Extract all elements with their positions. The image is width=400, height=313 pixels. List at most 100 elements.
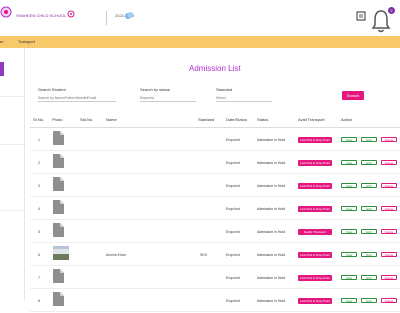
row-date-status: Enquired bbox=[226, 138, 241, 142]
sidebar-active-indicator[interactable] bbox=[0, 62, 4, 76]
edit-button[interactable]: Edit bbox=[361, 252, 377, 257]
row-status: Admission in Hold bbox=[257, 230, 286, 234]
row-status: Admission in Hold bbox=[257, 184, 286, 188]
student-photo bbox=[53, 246, 69, 260]
standard-filter-label: Standard bbox=[216, 87, 233, 92]
view-button[interactable]: View bbox=[341, 252, 357, 257]
nav-item-transport[interactable]: Transport bbox=[18, 39, 35, 44]
row-date-status: Enquired bbox=[226, 253, 241, 257]
link-transport-button[interactable]: Link Pick & Drop Point bbox=[298, 252, 332, 258]
row-status: Admission in Hold bbox=[257, 207, 286, 211]
row-standard: SKG bbox=[200, 253, 208, 257]
standard-filter-select[interactable]: Select bbox=[216, 96, 272, 102]
document-placeholder-icon bbox=[53, 292, 64, 306]
link-transport-button[interactable]: Link Pick & Drop Point bbox=[298, 206, 332, 212]
row-date-status: Enquired bbox=[226, 276, 241, 280]
delete-button[interactable]: Delete bbox=[381, 206, 397, 211]
edit-button[interactable]: Edit bbox=[361, 298, 377, 303]
row-srno: 5 bbox=[38, 230, 40, 234]
table-row: 5 Enquired Admission in Hold Modify Transpo… bbox=[0, 220, 400, 244]
delete-button[interactable]: Delete bbox=[381, 183, 397, 188]
view-button[interactable]: View bbox=[341, 183, 357, 188]
delete-button[interactable]: Delete bbox=[381, 275, 397, 280]
row-date-status: Enquired bbox=[226, 184, 241, 188]
row-status: Admission in Hold bbox=[257, 138, 286, 142]
col-header-srno: Sr.No. bbox=[33, 117, 45, 122]
row-date-status: Enquired bbox=[226, 207, 241, 211]
row-divider bbox=[30, 311, 400, 312]
notification-badge: 2 bbox=[388, 7, 395, 14]
view-button[interactable]: View bbox=[341, 137, 357, 142]
document-placeholder-icon bbox=[53, 154, 64, 168]
link-transport-button[interactable]: Link Pick & Drop Point bbox=[298, 275, 332, 281]
status-filter-select[interactable]: Enquired bbox=[140, 96, 196, 102]
document-icon[interactable] bbox=[356, 11, 366, 21]
table-row: 2 Enquired Admission in Hold Link Pick & Dr… bbox=[0, 151, 400, 175]
document-placeholder-icon bbox=[53, 200, 64, 214]
col-header-stdno: Std No. bbox=[80, 117, 94, 122]
search-button[interactable]: Search bbox=[342, 91, 364, 100]
row-srno: 2 bbox=[38, 161, 40, 165]
col-header-date-status: Date/Status bbox=[226, 117, 247, 122]
main-nav: er Transport bbox=[0, 36, 400, 48]
link-transport-button[interactable]: Link Pick & Drop Point bbox=[298, 137, 332, 143]
edit-button[interactable]: Edit bbox=[361, 160, 377, 165]
row-srno: 6 bbox=[38, 253, 40, 257]
school-logo-icon bbox=[0, 6, 12, 18]
document-placeholder-icon bbox=[53, 269, 64, 283]
edit-button[interactable]: Edit bbox=[361, 275, 377, 280]
document-placeholder-icon bbox=[53, 223, 64, 237]
view-button[interactable]: View bbox=[341, 206, 357, 211]
table-row: 6 Amelia Khan SKG Enquired Admission in Hold… bbox=[0, 243, 400, 267]
col-header-status: Status bbox=[257, 117, 269, 122]
table-row: 7 Enquired Admission in Hold Link Pick & Dr… bbox=[0, 266, 400, 290]
status-filter-label: Search by status bbox=[140, 87, 170, 92]
delete-button[interactable]: Delete bbox=[381, 229, 397, 234]
row-srno: 1 bbox=[38, 138, 40, 142]
col-header-transport: Avail Transport bbox=[298, 117, 325, 122]
view-button[interactable]: View bbox=[341, 298, 357, 303]
edit-button[interactable]: Edit bbox=[361, 229, 377, 234]
row-status: Admission in Hold bbox=[257, 253, 286, 257]
row-srno: 7 bbox=[38, 276, 40, 280]
col-header-name: Name bbox=[106, 117, 117, 122]
row-student-name: Amelia Khan bbox=[106, 253, 126, 257]
search-student-label: Search Student bbox=[38, 87, 66, 92]
row-date-status: Enquired bbox=[226, 161, 241, 165]
row-date-status: Enquired bbox=[226, 230, 241, 234]
col-header-standard: Standard bbox=[198, 117, 215, 122]
delete-button[interactable]: Delete bbox=[381, 137, 397, 142]
table-row: 8 Enquired Admission in Hold Link Pick & Dr… bbox=[0, 289, 400, 313]
view-button[interactable]: View bbox=[341, 160, 357, 165]
row-status: Admission in Hold bbox=[257, 276, 286, 280]
link-transport-button[interactable]: Modify Transport bbox=[298, 229, 332, 235]
col-header-photo: Photo bbox=[52, 117, 63, 122]
delete-button[interactable]: Delete bbox=[381, 160, 397, 165]
link-transport-button[interactable]: Link Pick & Drop Point bbox=[298, 298, 332, 304]
edit-button[interactable]: Edit bbox=[361, 183, 377, 188]
nav-item-partial[interactable]: er bbox=[0, 39, 4, 44]
cloud-icon bbox=[125, 12, 134, 19]
row-status: Admission in Hold bbox=[257, 161, 286, 165]
row-srno: 4 bbox=[38, 207, 40, 211]
table-row: 3 Enquired Admission in Hold Link Pick & Dr… bbox=[0, 174, 400, 198]
header-divider bbox=[106, 11, 107, 25]
col-header-action: Action bbox=[341, 117, 353, 122]
flower-logo-icon bbox=[67, 10, 75, 18]
row-srno: 3 bbox=[38, 184, 40, 188]
search-student-input[interactable]: Search by Name/Father/Mobile/Email bbox=[38, 96, 116, 102]
document-placeholder-icon bbox=[53, 131, 64, 145]
edit-button[interactable]: Edit bbox=[361, 206, 377, 211]
view-button[interactable]: View bbox=[341, 275, 357, 280]
page-title: Admission List bbox=[189, 64, 241, 73]
link-transport-button[interactable]: Link Pick & Drop Point bbox=[298, 160, 332, 166]
table-row: 4 Enquired Admission in Hold Link Pick & Dr… bbox=[0, 197, 400, 221]
delete-button[interactable]: Delete bbox=[381, 252, 397, 257]
link-transport-button[interactable]: Link Pick & Drop Point bbox=[298, 183, 332, 189]
table-row: 1 Enquired Admission in Hold Link Pick & Dr… bbox=[0, 128, 400, 152]
view-button[interactable]: View bbox=[341, 229, 357, 234]
sidebar-divider bbox=[0, 96, 24, 97]
school-name: SHAHEEN CHILD SCHOOL bbox=[16, 13, 67, 18]
delete-button[interactable]: Delete bbox=[381, 298, 397, 303]
edit-button[interactable]: Edit bbox=[361, 137, 377, 142]
